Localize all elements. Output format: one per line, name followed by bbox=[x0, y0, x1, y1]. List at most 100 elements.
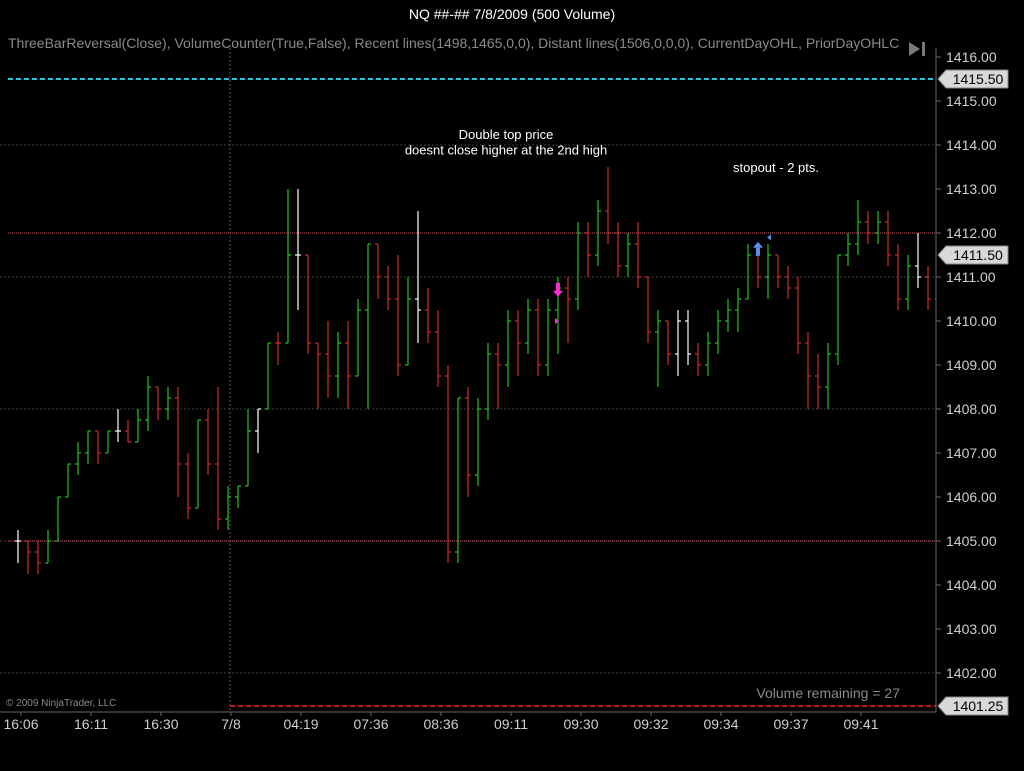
ohlc-bar bbox=[495, 343, 501, 409]
ohlc-bar bbox=[655, 310, 661, 387]
buy-arrow-icon bbox=[753, 241, 763, 248]
copyright-text: © 2009 NinjaTrader, LLC bbox=[6, 698, 116, 709]
ohlc-bar bbox=[95, 430, 101, 464]
ohlc-bar bbox=[715, 310, 721, 354]
ohlc-bar bbox=[35, 541, 41, 574]
buy-arrow-icon bbox=[756, 247, 760, 256]
x-tick-label: 16:30 bbox=[143, 716, 178, 732]
price-tag: 1411.50 bbox=[937, 245, 1009, 265]
price-tag: 1415.50 bbox=[937, 69, 1009, 89]
ohlc-bar bbox=[685, 310, 691, 365]
ohlc-bar bbox=[705, 332, 711, 376]
ohlc-bar bbox=[745, 244, 751, 300]
ohlc-bar bbox=[765, 244, 771, 299]
ohlc-bar bbox=[875, 211, 881, 244]
ohlc-bar bbox=[295, 189, 301, 310]
ohlc-bar bbox=[465, 387, 471, 497]
ohlc-bar bbox=[665, 320, 671, 365]
sell-arrow-icon bbox=[556, 282, 560, 291]
ohlc-bar bbox=[335, 332, 341, 398]
y-tick-label: 1409.00 bbox=[946, 357, 997, 373]
ohlc-bar bbox=[125, 420, 131, 443]
ohlc-bar bbox=[435, 310, 441, 387]
x-tick-label: 09:34 bbox=[703, 716, 738, 732]
ohlc-bar bbox=[55, 496, 61, 542]
y-tick-label: 1407.00 bbox=[946, 445, 997, 461]
price-tag-label: 1401.25 bbox=[953, 698, 1004, 714]
ohlc-bar bbox=[405, 277, 411, 366]
ohlc-bar bbox=[15, 530, 21, 563]
price-tag-label: 1411.50 bbox=[953, 247, 1003, 263]
ohlc-bar bbox=[835, 254, 841, 365]
ohlc-bar bbox=[565, 277, 571, 343]
ohlc-bar bbox=[725, 299, 731, 332]
y-tick-label: 1406.00 bbox=[946, 489, 997, 505]
ohlc-bar bbox=[375, 243, 381, 299]
ohlc-bar bbox=[805, 332, 811, 409]
x-tick-label: 09:30 bbox=[563, 716, 598, 732]
ohlc-bar bbox=[645, 276, 651, 343]
ohlc-bar bbox=[255, 408, 261, 453]
ohlc-bar bbox=[395, 255, 401, 376]
y-tick-label: 1403.00 bbox=[946, 621, 997, 637]
ohlc-bar bbox=[145, 376, 151, 431]
price-chart[interactable]: Double top pricedoesnt close higher at t… bbox=[0, 28, 1024, 771]
x-tick-label: 09:32 bbox=[633, 716, 668, 732]
ohlc-bar bbox=[795, 277, 801, 354]
ohlc-bar bbox=[785, 266, 791, 299]
ohlc-bar bbox=[85, 430, 91, 464]
x-tick-label: 16:11 bbox=[74, 716, 108, 732]
x-tick-label: 09:37 bbox=[773, 716, 808, 732]
sell-arrow-icon bbox=[553, 290, 563, 297]
ohlc-bar bbox=[925, 266, 931, 310]
ohlc-bar bbox=[585, 222, 591, 277]
ohlc-bar bbox=[445, 365, 451, 563]
x-tick-label: 09:41 bbox=[843, 716, 878, 732]
y-tick-label: 1404.00 bbox=[946, 577, 997, 593]
ohlc-bar bbox=[25, 540, 31, 574]
price-bars[interactable] bbox=[15, 167, 1024, 574]
ohlc-bar bbox=[355, 299, 361, 377]
y-tick-label: 1410.00 bbox=[946, 313, 997, 329]
x-tick-label: 16:06 bbox=[3, 716, 38, 732]
ohlc-bar bbox=[605, 167, 611, 244]
ohlc-bar bbox=[245, 409, 251, 487]
ohlc-bar bbox=[425, 288, 431, 343]
ohlc-bar bbox=[135, 409, 141, 443]
play-pause-icon[interactable] bbox=[909, 42, 925, 56]
ohlc-bar bbox=[315, 342, 321, 409]
ohlc-bar bbox=[815, 354, 821, 409]
y-tick-label: 1416.00 bbox=[946, 49, 997, 65]
x-tick-label: 04:19 bbox=[283, 716, 318, 732]
ohlc-bar bbox=[675, 310, 681, 376]
ohlc-bar bbox=[175, 387, 181, 497]
x-tick-label: 08:36 bbox=[423, 716, 458, 732]
x-axis-ticks: 16:06 16:11 16:30 7/8 04:19 07:36 08:36 09:11 09… bbox=[3, 712, 879, 732]
y-axis-ticks: 1416.00 1415.00 1414.00 1413.00 1412.00 1411.… bbox=[936, 49, 997, 681]
ohlc-bar bbox=[735, 288, 741, 332]
ohlc-bar bbox=[505, 310, 511, 387]
y-tick-label: 1405.00 bbox=[946, 533, 997, 549]
ohlc-bar bbox=[775, 254, 781, 288]
ohlc-bar bbox=[235, 485, 241, 508]
ohlc-bar bbox=[65, 463, 71, 498]
ohlc-bar bbox=[155, 386, 161, 420]
ohlc-bar bbox=[205, 409, 211, 475]
volume-remaining: Volume remaining = 27 bbox=[756, 685, 900, 701]
ohlc-bar bbox=[165, 387, 171, 420]
y-tick-label: 1415.00 bbox=[946, 93, 997, 109]
price-tag: 1401.25 bbox=[937, 696, 1009, 716]
ohlc-bar bbox=[365, 243, 371, 409]
ohlc-bar bbox=[825, 343, 831, 409]
ohlc-bar bbox=[475, 398, 481, 486]
ohlc-bar bbox=[115, 409, 121, 442]
chart-annotation: stopout - 2 pts. bbox=[733, 160, 819, 175]
ohlc-bar bbox=[855, 200, 861, 255]
x-tick-label: 7/8 bbox=[221, 716, 241, 732]
buy-entry-icon bbox=[767, 234, 771, 241]
ohlc-bar bbox=[105, 430, 111, 454]
ohlc-bar bbox=[385, 266, 391, 310]
price-tag-label: 1415.50 bbox=[953, 71, 1004, 87]
ohlc-bar bbox=[545, 299, 551, 376]
ohlc-bar bbox=[455, 397, 461, 563]
